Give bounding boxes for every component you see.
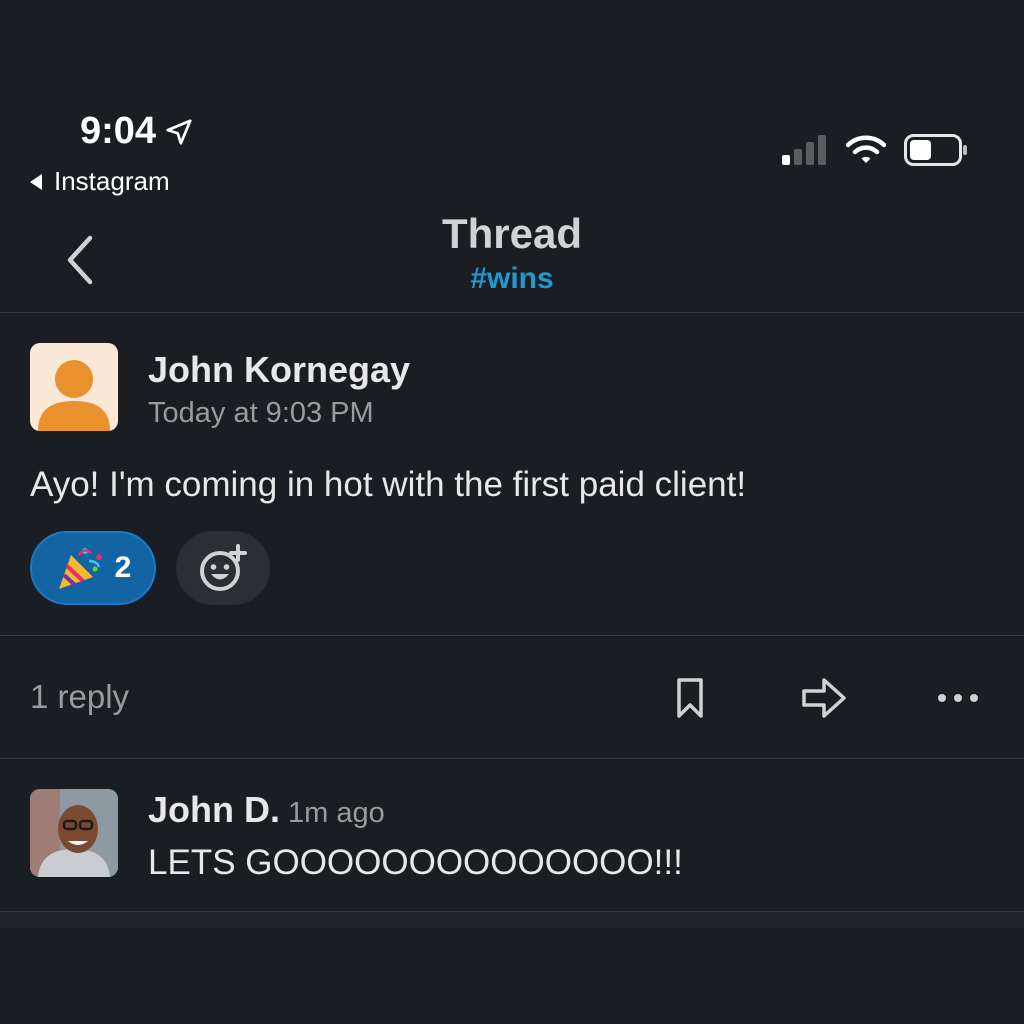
page-title: Thread xyxy=(441,210,583,257)
reply-avatar[interactable] xyxy=(30,789,118,877)
party-popper-icon xyxy=(58,548,102,589)
reply-author-line: John D. 1m ago xyxy=(148,789,385,831)
message-text: Ayo! I'm coming in hot with the first pa… xyxy=(30,465,747,504)
user-photo-icon xyxy=(30,789,118,877)
parent-message: John Kornegay Today at 9:03 PM Ayo! I'm … xyxy=(0,313,1024,636)
status-icons xyxy=(782,134,968,166)
reply-time: 1m ago xyxy=(288,797,385,829)
add-emoji-icon xyxy=(200,544,247,591)
back-app-label: Instagram xyxy=(54,166,170,196)
avatar[interactable] xyxy=(30,343,118,431)
more-options-icon[interactable] xyxy=(934,674,982,722)
reply-text: LETS GOOOOOOOOOOOOOO!!! xyxy=(148,843,683,882)
add-reaction-button[interactable] xyxy=(176,531,270,605)
reaction-count: 2 xyxy=(114,551,132,584)
message-author[interactable]: John Kornegay xyxy=(148,349,410,391)
status-time: 9:04 xyxy=(80,110,194,153)
composer-divider xyxy=(0,912,1024,928)
back-to-app-link[interactable]: Instagram xyxy=(28,166,170,197)
reply-author[interactable]: John D. xyxy=(148,789,280,830)
share-arrow-icon[interactable] xyxy=(800,674,848,722)
clock-text: 9:04 xyxy=(80,110,157,152)
party-reaction-button[interactable]: 2 xyxy=(30,531,156,605)
wifi-icon xyxy=(846,135,886,163)
thread-actions-bar: 1 reply xyxy=(0,636,1024,759)
message-timestamp: Today at 9:03 PM xyxy=(148,397,374,429)
bookmark-icon[interactable] xyxy=(666,674,714,722)
reply-message: John D. 1m ago LETS GOOOOOOOOOOOOOO!!! xyxy=(0,759,1024,912)
default-user-icon xyxy=(38,360,110,431)
reply-count: 1 reply xyxy=(30,678,130,715)
slack-thread-screen: 9:04 Instagram Thread #wins John Kornega… xyxy=(0,0,1024,1024)
battery-icon xyxy=(904,134,967,166)
cellular-signal-icon xyxy=(782,135,826,165)
channel-link[interactable]: #wins xyxy=(0,262,1024,296)
back-triangle-icon xyxy=(30,173,42,190)
location-arrow-icon xyxy=(166,118,192,145)
thread-header: Thread #wins xyxy=(0,200,1024,313)
